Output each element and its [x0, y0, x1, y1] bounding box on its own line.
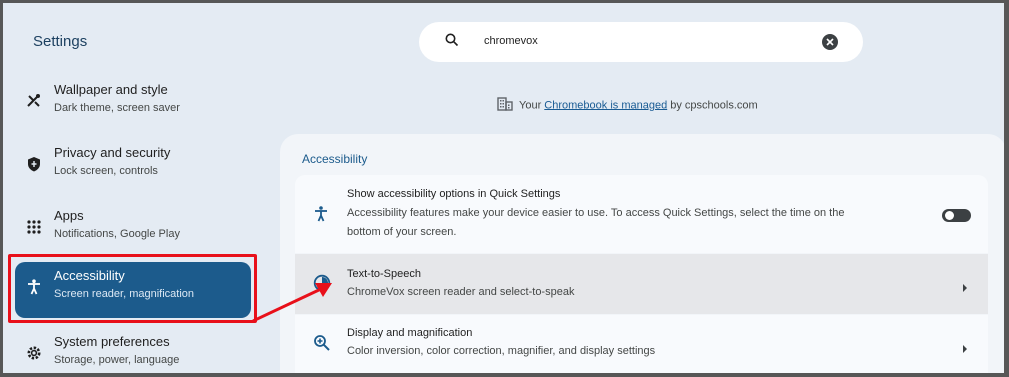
annotation-arrow: [252, 283, 332, 323]
settings-window: Settings chromevox Wallpaper and style D…: [0, 0, 1009, 377]
